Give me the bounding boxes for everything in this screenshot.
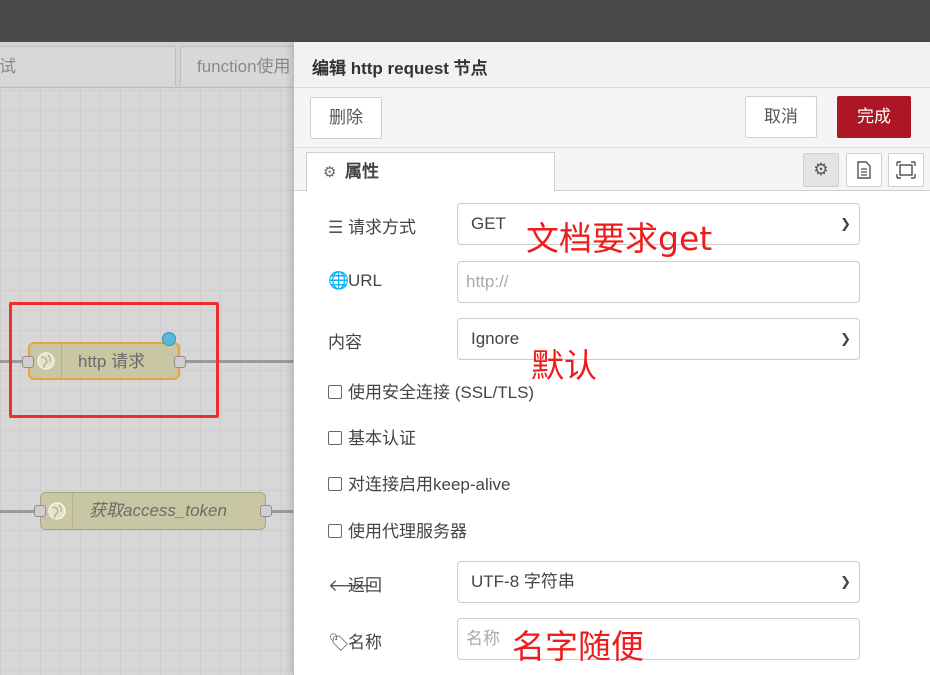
checkbox-label: 对连接启用keep-alive [348, 475, 511, 494]
description-tab-button[interactable] [846, 153, 882, 187]
ssl-checkbox[interactable] [328, 385, 342, 399]
checkbox-label: 基本认证 [348, 429, 416, 448]
return-select[interactable]: UTF-8 字符串 ❯ [457, 561, 860, 603]
editor-tab-bar: ⚙ 属性 ⚙ [294, 148, 930, 192]
return-select-value: UTF-8 字符串 [471, 572, 575, 591]
input-port[interactable] [34, 505, 46, 517]
get-access-token-node[interactable]: 获取access_token [40, 492, 266, 530]
output-port[interactable] [260, 505, 272, 517]
flow-tab[interactable]: 试 [0, 46, 176, 86]
frame-icon [896, 161, 916, 179]
annotation-method-note: 文档要求get [526, 219, 713, 258]
annotation-highlight-box [9, 302, 219, 418]
tab-properties[interactable]: ⚙ 属性 [306, 152, 555, 192]
ssl-checkbox-row[interactable]: 使用安全连接 (SSL/TLS) [328, 378, 534, 403]
return-label: 🡐返回 [328, 571, 382, 596]
cancel-button[interactable]: 取消 [745, 96, 817, 138]
editor-toolbar: 删除 取消 完成 [294, 88, 930, 148]
chevron-down-icon: ❯ [840, 574, 851, 589]
payload-select-value: Ignore [471, 329, 520, 348]
flow-tab-bar: 试 function使用 [0, 42, 300, 88]
method-label-text: 请求方式 [348, 218, 416, 237]
proxy-checkbox[interactable] [328, 524, 342, 538]
checkbox-label: 使用安全连接 (SSL/TLS) [348, 383, 535, 402]
checkbox-label: 使用代理服务器 [348, 522, 467, 541]
chevron-down-icon: ❯ [840, 331, 851, 346]
tag-icon: 🏷 [328, 633, 350, 652]
gear-icon: ⚙ [323, 164, 337, 181]
editor-title: 编辑 http request 节点 [312, 59, 488, 78]
appearance-tab-button[interactable] [888, 153, 924, 187]
basic-auth-checkbox[interactable] [328, 431, 342, 445]
arrow-left-icon: 🡐 [328, 576, 374, 595]
name-label: 🏷名称 [328, 628, 382, 653]
name-label-text: 名称 [348, 633, 382, 652]
keepalive-checkbox-row[interactable]: 对连接启用keep-alive [328, 470, 511, 495]
payload-select[interactable]: Ignore ❯ [457, 318, 860, 360]
editor-header: 编辑 http request 节点 [294, 42, 930, 88]
name-input-placeholder: 名称 [466, 629, 500, 648]
keepalive-checkbox[interactable] [328, 477, 342, 491]
settings-tab-button[interactable]: ⚙ [803, 153, 839, 187]
basic-auth-checkbox-row[interactable]: 基本认证 [328, 424, 416, 449]
flow-tab[interactable]: function使用 [180, 46, 300, 86]
url-input[interactable]: http:// [457, 261, 860, 303]
method-label: ☰ 请求方式 [328, 213, 416, 238]
app-header-bar [0, 0, 930, 42]
method-select-value: GET [471, 214, 506, 233]
document-icon [857, 161, 871, 179]
return-label-text: 返回 [348, 576, 382, 595]
server-icon: ☰ [328, 218, 344, 237]
globe-icon: 🌐 [328, 271, 350, 290]
delete-button[interactable]: 删除 [310, 97, 382, 139]
node-label: 获取access_token [89, 501, 227, 520]
tab-label: 属性 [345, 162, 379, 181]
payload-label: 内容 [328, 328, 362, 353]
flow-canvas[interactable]: 试 function使用 http 请求 获取access_token [0, 42, 300, 675]
proxy-checkbox-row[interactable]: 使用代理服务器 [328, 517, 467, 542]
url-label-text: URL [348, 271, 383, 290]
payload-label-text: 内容 [328, 333, 362, 352]
node-editor-panel: 编辑 http request 节点 删除 取消 完成 ⚙ 属性 ⚙ ☰ 请求方式 … [293, 42, 930, 675]
done-button[interactable]: 完成 [837, 96, 911, 138]
url-input-placeholder: http:// [466, 272, 509, 291]
annotation-payload-note: 默认 [531, 346, 597, 385]
gear-icon: ⚙ [813, 160, 829, 179]
annotation-name-note: 名字随便 [512, 627, 644, 666]
chevron-down-icon: ❯ [840, 216, 851, 231]
url-label: 🌐URL [328, 271, 382, 291]
